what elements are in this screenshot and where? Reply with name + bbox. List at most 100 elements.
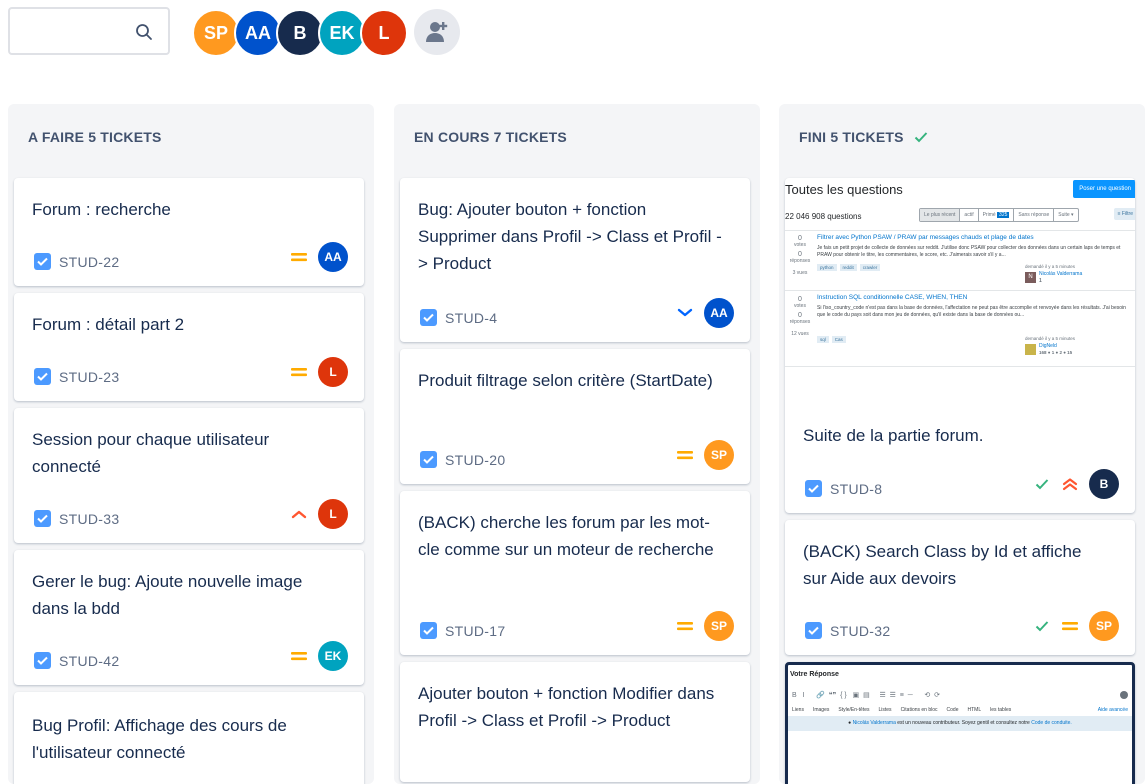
avatar[interactable]: AA (234, 9, 282, 57)
task-icon (34, 510, 51, 527)
preview-tab: Suite ▾ (1058, 212, 1074, 218)
task-icon (420, 622, 437, 639)
preview-tab: Sans réponse (1014, 209, 1055, 221)
ticket-key[interactable]: STUD-32 (830, 623, 890, 639)
preview-editor-toolbar: B I 🔗 ❝❞ { } ▣ ▤ ☰ ☰ ≡ ─ ⟲ ⟳ (792, 692, 940, 699)
ticket-card[interactable]: (BACK) Search Class by Id et affiche sur… (785, 520, 1135, 655)
preview-question-title: Filtrer avec Python PSAW / PRAW par mess… (817, 234, 1034, 241)
ticket-card[interactable]: Gerer le bug: Ajoute nouvelle image dans… (14, 550, 364, 685)
task-icon (420, 309, 437, 326)
ticket-title: (BACK) cherche les forum par les mot-cle… (418, 513, 714, 559)
task-icon (420, 451, 437, 468)
ticket-title: Suite de la partie forum. (803, 426, 984, 445)
attachment-preview: Toutes les questions Poser une question … (785, 178, 1135, 393)
preview-editor-menu: Liens Images Style/En-têtes Listes Citations… (792, 707, 1012, 713)
preview-advanced-help: Aide avancée (1097, 707, 1128, 713)
add-person-icon (426, 22, 448, 42)
column-header: A FAIRE 5 TICKETS (28, 129, 162, 145)
done-check-icon (1033, 617, 1051, 635)
priority-medium-icon (290, 248, 308, 266)
assignee-avatar[interactable]: SP (1089, 611, 1119, 641)
preview-tab: actif (960, 209, 979, 221)
assignee-avatar[interactable]: B (1089, 469, 1119, 499)
ticket-key[interactable]: STUD-33 (59, 511, 119, 527)
preview-asked: demandé il y a 5 minutes (1025, 264, 1076, 269)
column-header: FINI 5 TICKETS (799, 129, 928, 145)
ticket-title: Bug: Ajouter bouton + fonction Supprimer… (418, 200, 722, 273)
assignee-avatar[interactable]: EK (318, 641, 348, 671)
ticket-key[interactable]: STUD-4 (445, 310, 497, 326)
ticket-card[interactable]: Session pour chaque utilisateur connecté… (14, 408, 364, 543)
ticket-title: Gerer le bug: Ajoute nouvelle image dans… (32, 572, 303, 618)
task-icon (34, 368, 51, 385)
ticket-title: Ajouter bouton + fonction Modifier dans … (418, 684, 715, 730)
ticket-title: Bug Profil: Affichage des cours de l'uti… (32, 716, 287, 762)
priority-medium-icon (676, 617, 694, 635)
ticket-card[interactable]: Bug: Ajouter bouton + fonction Supprimer… (400, 178, 750, 342)
assignee-avatar[interactable]: SP (704, 440, 734, 470)
check-icon (914, 132, 927, 143)
ticket-key[interactable]: STUD-42 (59, 653, 119, 669)
ticket-title: Session pour chaque utilisateur connecté (32, 430, 270, 476)
preview-help-icon (1120, 691, 1128, 699)
ticket-card[interactable]: Forum : recherche STUD-22 AA (14, 178, 364, 286)
priority-medium-icon (676, 446, 694, 464)
preview-heading: Toutes les questions (785, 182, 903, 197)
preview-ask-button: Poser une question (1073, 180, 1135, 198)
ticket-card[interactable]: (BACK) cherche les forum par les mot-cle… (400, 491, 750, 655)
preview-question-body: Je fais un petit projet de collecte de d… (817, 245, 1121, 258)
priority-highest-icon (1061, 475, 1079, 493)
ticket-card[interactable]: Ajouter bouton + fonction Modifier dans … (400, 662, 750, 782)
priority-medium-icon (1061, 617, 1079, 635)
add-member-button[interactable] (414, 9, 460, 55)
preview-tags: python reddit crawler (817, 264, 881, 271)
priority-low-icon (676, 304, 694, 322)
ticket-key[interactable]: STUD-22 (59, 254, 119, 270)
ticket-key[interactable]: STUD-8 (830, 481, 882, 497)
avatar[interactable]: L (360, 9, 408, 57)
preview-question-stats: 0 votes 0 réponses 12 vues (789, 296, 811, 337)
preview-user: DigNeld (1039, 343, 1057, 349)
preview-tab: Primé 325 (979, 209, 1015, 221)
ticket-title: Forum : détail part 2 (32, 315, 185, 334)
preview-filter: ≡ Filtre (1113, 208, 1135, 220)
preview-user-rep: 1 (1039, 278, 1042, 284)
ticket-card[interactable]: Produit filtrage selon critère (StartDat… (400, 349, 750, 484)
column-done: FINI 5 TICKETS Toutes les questions Pose… (779, 104, 1145, 784)
preview-count: 22 046 908 questions (785, 212, 862, 221)
ticket-key[interactable]: STUD-20 (445, 452, 505, 468)
attachment-preview: Votre Réponse B I 🔗 ❝❞ { } ▣ ▤ ☰ ☰ ≡ ─ ⟲… (788, 665, 1132, 784)
preview-question-body: Si l'iso_country_code n'est pas dans la … (817, 305, 1126, 318)
preview-tab: Le plus récent (920, 209, 961, 221)
column-todo: A FAIRE 5 TICKETS Forum : recherche STUD… (8, 104, 374, 784)
task-icon (805, 622, 822, 639)
assignee-avatar[interactable]: AA (704, 298, 734, 328)
search-icon[interactable] (134, 22, 154, 42)
ticket-key[interactable]: STUD-23 (59, 369, 119, 385)
avatar[interactable]: SP (192, 9, 240, 57)
search-box[interactable] (8, 7, 170, 55)
priority-medium-icon (290, 363, 308, 381)
task-icon (34, 652, 51, 669)
avatar[interactable]: B (276, 9, 324, 57)
task-icon (34, 253, 51, 270)
ticket-card[interactable]: Forum : détail part 2 STUD-23 L (14, 293, 364, 401)
assignee-avatar[interactable]: AA (318, 242, 348, 272)
assignee-avatar[interactable]: L (318, 499, 348, 529)
ticket-card[interactable]: Bug Profil: Affichage des cours de l'uti… (14, 692, 364, 784)
column-header: EN COURS 7 TICKETS (414, 129, 567, 145)
preview-user-avatar (1025, 344, 1036, 355)
ticket-title: (BACK) Search Class by Id et affiche sur… (803, 542, 1082, 588)
preview-tabs: Le plus récent actif Primé 325 Sans répo… (919, 208, 1079, 222)
search-input[interactable] (20, 19, 134, 45)
ticket-card[interactable]: Toutes les questions Poser une question … (785, 178, 1135, 513)
assignee-avatar[interactable]: L (318, 357, 348, 387)
priority-medium-icon (290, 647, 308, 665)
ticket-key[interactable]: STUD-17 (445, 623, 505, 639)
avatar[interactable]: EK (318, 9, 366, 57)
ticket-card[interactable]: Votre Réponse B I 🔗 ❝❞ { } ▣ ▤ ☰ ☰ ≡ ─ ⟲… (785, 662, 1135, 784)
column-in-progress: EN COURS 7 TICKETS Bug: Ajouter bouton +… (394, 104, 760, 784)
assignee-avatar[interactable]: SP (704, 611, 734, 641)
preview-heading: Votre Réponse (790, 671, 839, 678)
ticket-title: Produit filtrage selon critère (StartDat… (418, 371, 713, 390)
